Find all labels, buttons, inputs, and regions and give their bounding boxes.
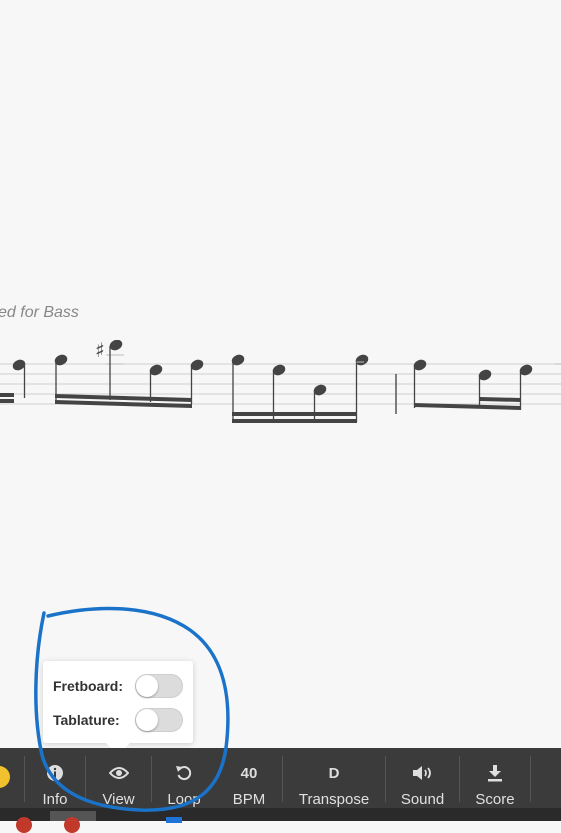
score-area: ed for Bass ♯ <box>0 0 561 748</box>
tablature-option-row: Tablature: <box>53 707 183 733</box>
fretboard-label: Fretboard: <box>53 678 123 694</box>
bpm-value: 40 <box>240 764 258 782</box>
toggle-knob <box>136 709 158 731</box>
toggle-knob <box>136 675 158 697</box>
transpose-button[interactable]: D Transpose <box>283 748 385 809</box>
sound-label: Sound <box>400 791 445 808</box>
loop-button[interactable]: Loop <box>152 748 216 808</box>
eye-icon <box>108 760 129 786</box>
view-button[interactable]: View <box>86 748 151 808</box>
player-toolbar: Info View Loop 40 BPM D Transpose Sound … <box>0 748 561 808</box>
bpm-label: BPM <box>232 791 266 808</box>
note-head <box>109 340 123 351</box>
info-icon <box>46 760 64 786</box>
taskbar-icon[interactable] <box>166 817 182 823</box>
loop-icon <box>175 760 193 786</box>
score-button[interactable]: Score <box>460 748 530 808</box>
bpm-button[interactable]: 40 BPM <box>217 748 281 809</box>
view-options-popover: Fretboard: Tablature: <box>43 661 193 755</box>
transpose-label: Transpose <box>298 791 370 808</box>
taskbar-icon[interactable] <box>16 817 32 833</box>
info-label: Info <box>42 791 68 808</box>
music-staff: ♯ <box>0 340 561 423</box>
speaker-icon <box>412 760 434 786</box>
fretboard-toggle[interactable] <box>135 674 183 698</box>
fretboard-option-row: Fretboard: <box>53 673 183 699</box>
tablature-toggle[interactable] <box>135 708 183 732</box>
sound-button[interactable]: Sound <box>386 748 459 808</box>
score-label: Score <box>475 791 515 808</box>
sharp-sign: ♯ <box>95 340 105 362</box>
score-subtitle: ed for Bass <box>0 304 79 321</box>
info-button[interactable]: Info <box>25 748 85 808</box>
tablature-label: Tablature: <box>53 712 120 728</box>
view-label: View <box>102 791 135 808</box>
loop-label: Loop <box>167 791 201 808</box>
notes: ♯ <box>0 340 561 423</box>
download-icon <box>486 760 504 786</box>
taskbar-icon[interactable] <box>64 817 80 833</box>
transpose-value: D <box>328 764 340 782</box>
toolbar-separator <box>530 756 531 802</box>
